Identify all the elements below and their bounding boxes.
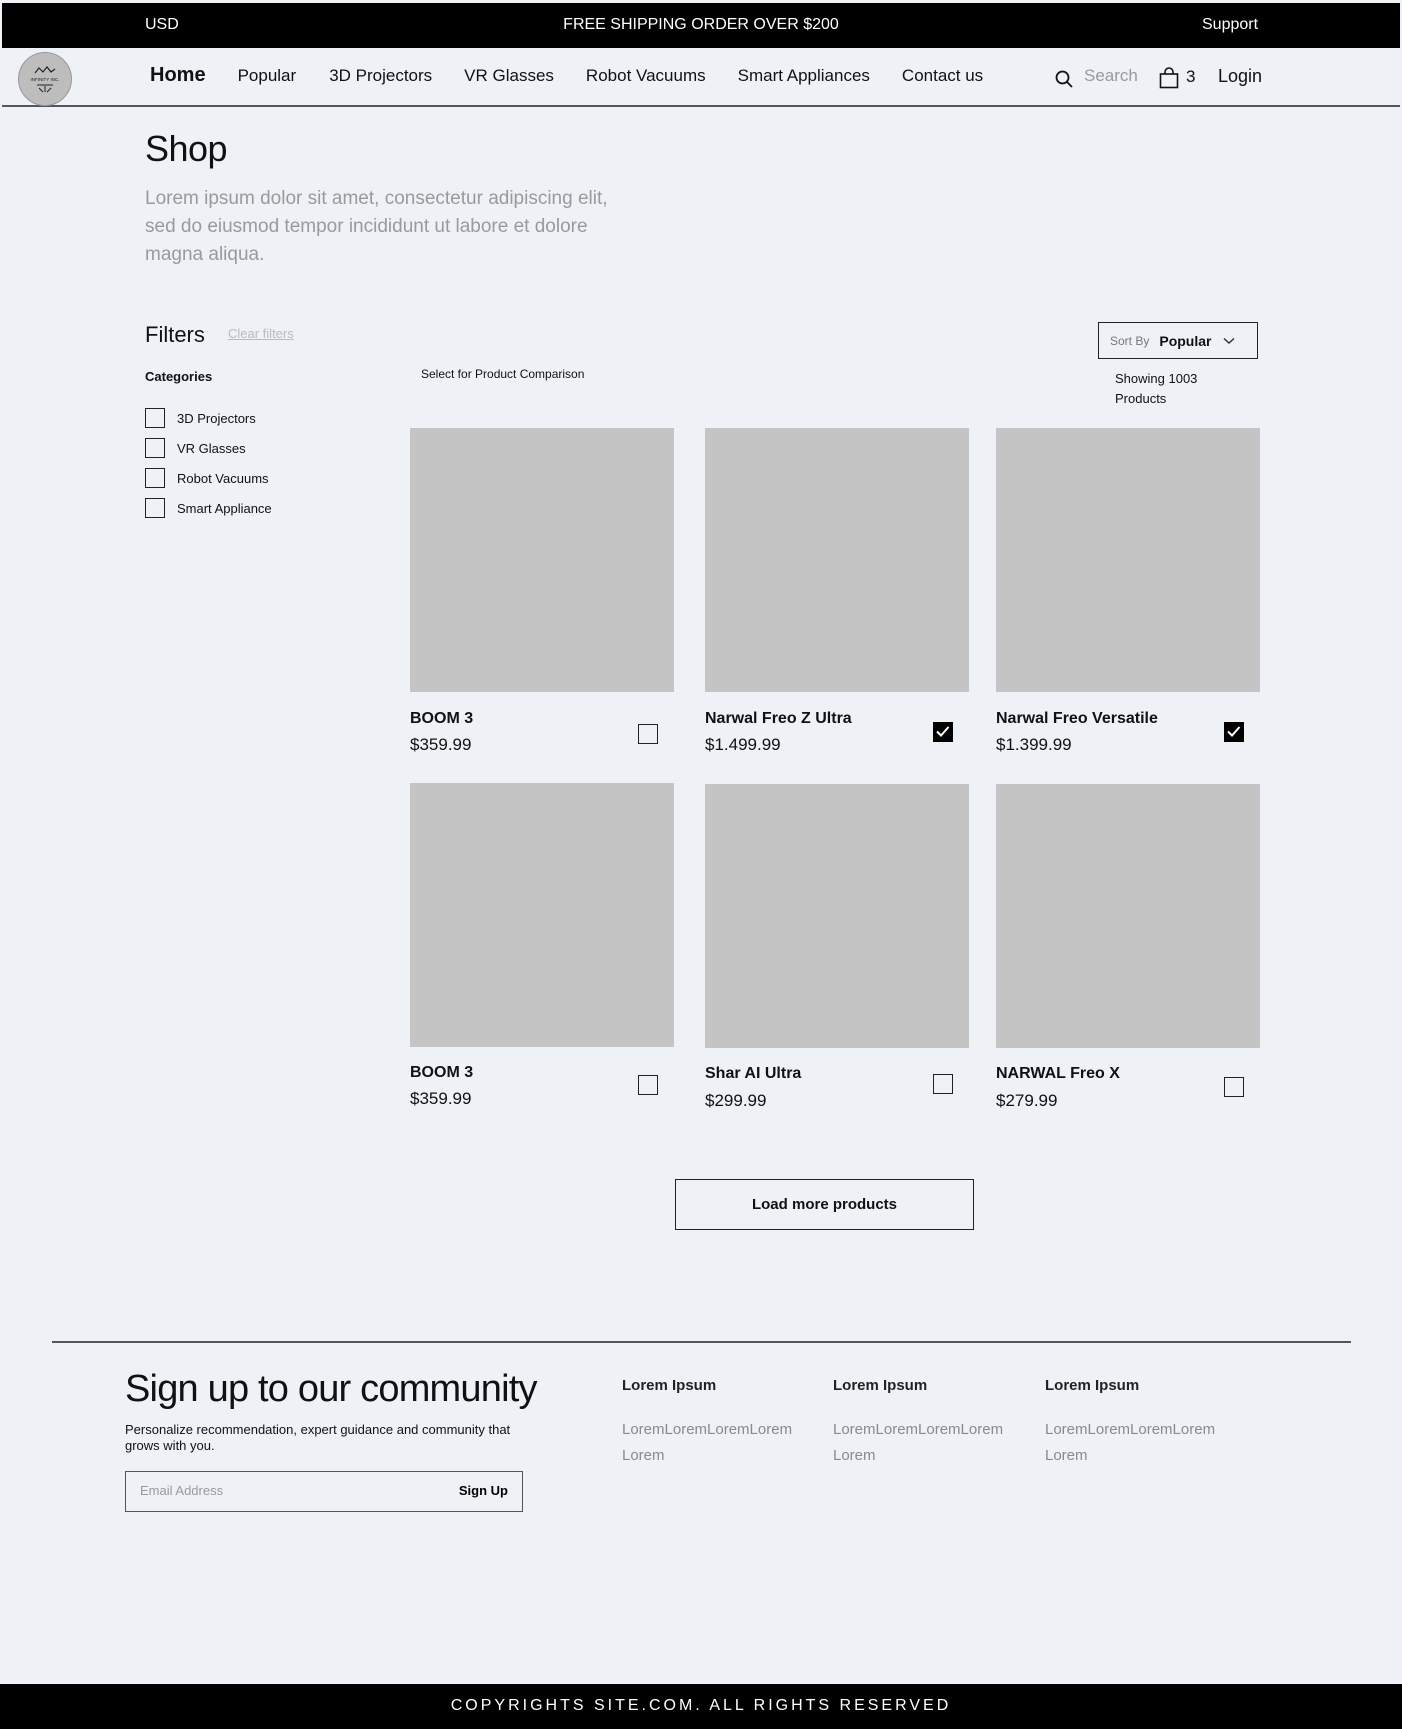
product-card[interactable]: Narwal Freo Z Ultra $1.499.99 [705,428,969,754]
category-label: Smart Appliance [177,500,272,516]
logo-text: INFINITY INC. [31,77,60,82]
nav-vr-glasses[interactable]: VR Glasses [464,66,554,87]
product-price: $1.399.99 [996,735,1072,754]
support-link[interactable]: Support [1202,16,1258,34]
footer-column-heading: Lorem Ipsum [622,1377,717,1394]
product-card[interactable]: Narwal Freo Versatile $1.399.99 [996,428,1260,754]
main-nav: INFINITY INC. Home Popular 3D Projectors… [2,48,1400,107]
checkmark-icon [1227,726,1241,737]
footer-link[interactable]: LoremLoremLoremLorem Lorem [833,1417,1033,1469]
shopping-bag-icon[interactable] [1159,67,1179,89]
footer-link[interactable]: LoremLoremLoremLorem Lorem [1045,1417,1245,1469]
signup-button[interactable]: Sign Up [459,1483,508,1498]
product-name[interactable]: NARWAL Freo X [996,1065,1120,1083]
category-label: VR Glasses [177,440,246,456]
product-name[interactable]: BOOM 3 [410,710,473,728]
product-image[interactable] [705,428,969,692]
product-image[interactable] [996,428,1260,692]
nav-robot-vacuums[interactable]: Robot Vacuums [586,66,706,87]
product-image[interactable] [410,428,674,692]
nav-3d-projectors[interactable]: 3D Projectors [329,66,432,87]
announcement-bar: USD FREE SHIPPING ORDER OVER $200 Suppor… [2,3,1400,48]
nav-popular[interactable]: Popular [238,66,297,87]
category-list: 3D Projectors VR Glasses Robot Vacuums S… [145,408,272,528]
product-card[interactable]: NARWAL Freo X $279.99 [996,784,1260,1110]
nav-smart-appliances[interactable]: Smart Appliances [738,66,870,87]
nav-home[interactable]: Home [150,64,206,87]
compare-checkbox[interactable] [638,724,658,744]
product-card[interactable]: BOOM 3 $359.99 [410,428,674,754]
shipping-promo: FREE SHIPPING ORDER OVER $200 [563,16,839,33]
search-icon[interactable] [1055,70,1073,88]
category-vr-glasses[interactable]: VR Glasses [145,438,272,458]
category-label: 3D Projectors [177,410,256,426]
page-title: Shop [145,128,228,169]
sort-value: Popular [1159,332,1212,349]
product-count: Showing 1003 Products [1115,371,1198,406]
chevron-down-icon [1223,337,1235,344]
checkmark-icon [936,726,950,737]
product-name[interactable]: BOOM 3 [410,1064,473,1082]
newsletter-form: Sign Up [125,1471,523,1512]
compare-checkbox[interactable] [638,1075,658,1095]
product-name[interactable]: Narwal Freo Z Ultra [705,710,852,728]
category-checkbox[interactable] [145,498,165,518]
category-smart-appliance[interactable]: Smart Appliance [145,498,272,518]
load-more-button[interactable]: Load more products [675,1179,974,1230]
login-link[interactable]: Login [1218,66,1262,87]
product-price: $359.99 [410,1089,472,1108]
copyright-bar: COPYRIGHTS SITE.COM. ALL RIGHTS RESERVED [0,1684,1402,1729]
product-card[interactable]: Shar AI Ultra $299.99 [705,784,969,1110]
email-field[interactable] [140,1483,420,1498]
nav-links: Home Popular 3D Projectors VR Glasses Ro… [150,64,983,87]
product-price: $299.99 [705,1091,767,1110]
clear-filters-link[interactable]: Clear filters [228,326,294,341]
footer-column-heading: Lorem Ipsum [1045,1377,1140,1394]
cart-count[interactable]: 3 [1186,67,1195,87]
signup-description: Personalize recommendation, expert guida… [125,1422,511,1453]
footer-link[interactable]: LoremLoremLoremLorem Lorem [622,1417,822,1469]
product-image[interactable] [705,784,969,1048]
product-image[interactable] [410,783,674,1047]
logo-icon: INFINITY INC. [31,66,60,93]
footer-column: Lorem Ipsum LoremLoremLoremLorem Lorem [622,1377,822,1469]
category-checkbox[interactable] [145,468,165,488]
product-card[interactable]: BOOM 3 $359.99 [410,783,674,1108]
search-input[interactable] [1084,66,1154,86]
product-price: $359.99 [410,735,472,754]
footer-column-heading: Lorem Ipsum [833,1377,928,1394]
category-label: Robot Vacuums [177,470,269,486]
compare-checkbox[interactable] [1224,1077,1244,1097]
category-checkbox[interactable] [145,408,165,428]
categories-heading: Categories [145,369,213,384]
category-robot-vacuums[interactable]: Robot Vacuums [145,468,272,488]
signup-heading: Sign up to our community [125,1368,537,1410]
brand-logo[interactable]: INFINITY INC. [18,52,72,106]
filters-title: Filters [145,322,205,347]
category-checkbox[interactable] [145,438,165,458]
comparison-note: Select for Product Comparison [421,367,585,381]
compare-checkbox[interactable] [1224,722,1244,742]
compare-checkbox[interactable] [933,1074,953,1094]
sort-label: Sort By [1110,333,1150,348]
product-image[interactable] [996,784,1260,1048]
footer-divider [52,1341,1351,1343]
nav-contact-us[interactable]: Contact us [902,66,983,87]
compare-checkbox[interactable] [933,722,953,742]
product-price: $279.99 [996,1091,1058,1110]
footer-column: Lorem Ipsum LoremLoremLoremLorem Lorem [1045,1377,1245,1469]
product-price: $1.499.99 [705,735,781,754]
product-name[interactable]: Shar AI Ultra [705,1065,801,1083]
footer-column: Lorem Ipsum LoremLoremLoremLorem Lorem [833,1377,1033,1469]
category-3d-projectors[interactable]: 3D Projectors [145,408,272,428]
page-description: Lorem ipsum dolor sit amet, consectetur … [145,188,608,265]
sort-dropdown[interactable]: Sort By Popular [1098,322,1258,359]
product-name[interactable]: Narwal Freo Versatile [996,710,1158,728]
